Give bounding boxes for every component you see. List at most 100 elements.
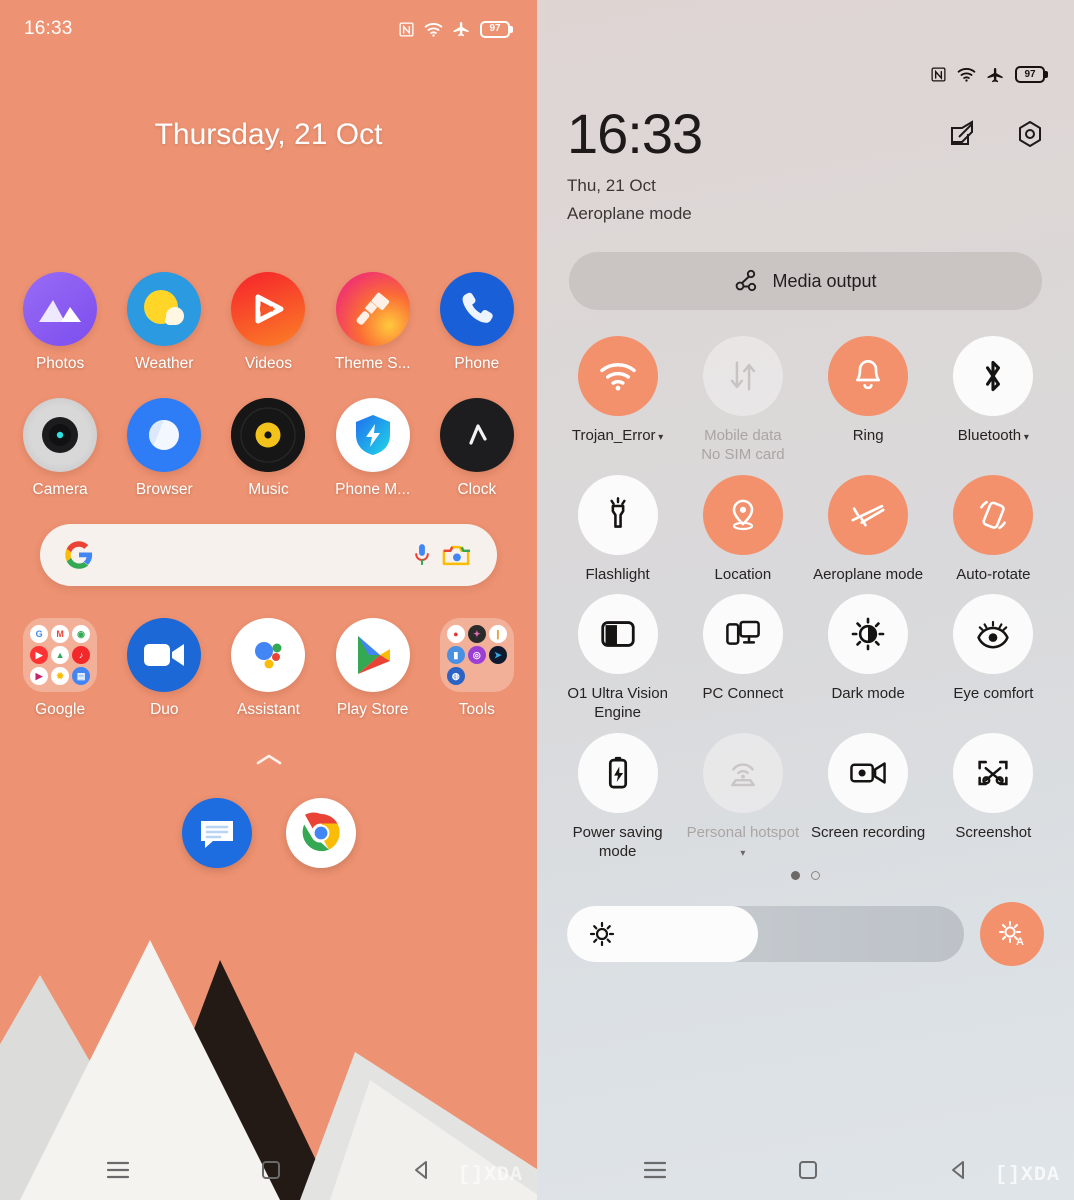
chevron-down-icon[interactable]: ▾ [740,848,745,859]
tile-vision-engine[interactable]: O1 Ultra Vision Engine [555,594,680,723]
tile-label: Screen recording [811,823,926,841]
auto-brightness-icon: A [999,921,1024,948]
airplane-tile-icon [828,474,909,555]
duo-icon [127,618,202,692]
page-dot[interactable] [811,871,820,881]
brightness-icon [589,922,615,947]
app-clock[interactable]: Clock [431,398,523,499]
brightness-slider[interactable] [567,906,964,963]
app-weather[interactable]: Weather [118,272,210,373]
tile-label: Location [714,565,772,583]
app-label: Google [35,701,86,718]
app-theme-store[interactable]: Theme S... [327,272,419,373]
tile-label: Aeroplane mode [813,565,924,583]
tile-screen-recording[interactable]: Screen recording [806,732,931,862]
tile-bluetooth[interactable]: Bluetooth ▾ [931,336,1056,465]
home-status-bar: 16:33 97 [0,0,537,58]
app-label: Assistant [237,701,300,718]
battery-level: 97 [1024,68,1036,80]
tile-personal-hotspot[interactable]: Personal hotspot ▾ [680,732,805,862]
tile-pc-connect[interactable]: PC Connect [680,594,805,723]
clock-icon [439,398,514,472]
theme-store-icon [335,272,410,346]
tile-row: Flashlight Location Aeroplane mode Auto-… [555,474,1056,585]
tile-power-saving[interactable]: Power saving mode [555,732,680,862]
music-icon [231,398,306,472]
tile-dark-mode[interactable]: Dark mode [806,594,931,723]
status-bar-icons: 97 [398,20,513,39]
qs-header: 16:33 Thu, 21 Oct Aeroplane mode [537,100,1074,224]
app-grid: Photos Weather Videos Theme S... Phone C… [0,272,537,499]
qs-date: Thu, 21 Oct [567,176,656,195]
app-label: Videos [244,355,293,372]
auto-brightness-button[interactable]: A [980,902,1044,967]
tile-eye-comfort[interactable]: Eye comfort [931,594,1056,723]
app-drawer-handle[interactable] [0,753,537,772]
tile-label: Bluetooth [957,427,1022,444]
phone-manager-icon [335,398,410,472]
chevron-down-icon[interactable]: ▾ [1021,432,1029,443]
app-phone[interactable]: Phone [431,272,523,373]
app-videos[interactable]: Videos [222,272,314,373]
chevron-down-icon[interactable]: ▾ [656,432,663,443]
app-label: Weather [135,355,194,372]
app-camera[interactable]: Camera [14,398,106,499]
app-label: Clock [457,481,497,498]
app-music[interactable]: Music [222,398,314,499]
page-dot-active[interactable] [791,871,800,881]
settings-icon[interactable] [1016,120,1044,153]
microphone-icon[interactable] [405,541,439,569]
app-play-store[interactable]: Play Store [327,618,419,719]
tile-aeroplane-mode[interactable]: Aeroplane mode [806,474,931,585]
app-google-folder[interactable]: G M ◉ ▶ ▲ ♪ ▶ ✹ ▤ Google [14,618,106,719]
media-output-button[interactable]: Media output [569,252,1042,310]
recents-icon[interactable] [106,1161,130,1184]
status-bar-time: 16:33 [24,18,73,39]
recents-icon[interactable] [643,1161,667,1184]
dock [0,798,537,868]
tile-row: Power saving mode Personal hotspot ▾ Scr… [555,732,1056,862]
google-lens-icon[interactable] [439,543,473,568]
page-indicator [537,871,1074,881]
app-assistant[interactable]: Assistant [222,618,314,719]
tile-auto-rotate[interactable]: Auto-rotate [931,474,1056,585]
app-photos[interactable]: Photos [14,272,106,373]
app-tools-folder[interactable]: ● ✦ ❙ ▮ ◎ ➤ ◍ Tools [431,618,523,719]
tile-ring[interactable]: Ring [806,336,931,465]
app-label: Camera [32,481,88,498]
qs-clock-block: 16:33 Thu, 21 Oct Aeroplane mode [567,106,948,224]
app-phone-manager[interactable]: Phone M... [327,398,419,499]
tile-label: O1 Ultra Vision Engine [567,685,668,721]
google-g-icon [65,541,93,569]
brightness-row: A [537,880,1074,967]
back-icon[interactable] [949,1160,969,1185]
screenshot-icon [953,732,1034,813]
app-duo[interactable]: Duo [118,618,210,719]
date-widget[interactable]: Thursday, 21 Oct [0,118,537,152]
airplane-icon [987,67,1003,83]
tile-label: Ring [852,427,884,444]
tile-label: Screenshot [955,823,1032,841]
google-search-bar[interactable] [40,524,497,586]
tile-screenshot[interactable]: Screenshot [931,732,1056,862]
messages-icon[interactable] [181,798,252,868]
home-icon[interactable] [261,1160,281,1185]
brightness-fill [567,906,758,963]
qs-subtitle: Aeroplane mode [567,204,692,223]
home-icon[interactable] [798,1160,818,1185]
tile-wifi[interactable]: Trojan_Error ▾ [555,336,680,465]
back-icon[interactable] [412,1160,432,1185]
app-browser[interactable]: Browser [118,398,210,499]
screenshot-root: 16:33 97 Thursday, 21 Oct Photos Weather… [0,0,1074,1200]
tile-flashlight[interactable]: Flashlight [555,474,680,585]
wallpaper [0,0,537,1200]
tile-label: Power saving mode [572,823,663,860]
tile-location[interactable]: Location [680,474,805,585]
app-label: Phone M... [335,481,411,498]
home-nav-bar [0,1144,537,1200]
app-row: Camera Browser Music Phone M... Clock [0,398,537,499]
tile-mobile-data[interactable]: Mobile data No SIM card [680,336,805,465]
edit-icon[interactable] [948,120,976,153]
chrome-icon[interactable] [285,798,356,868]
tools-folder-icon: ● ✦ ❙ ▮ ◎ ➤ ◍ [439,618,514,692]
